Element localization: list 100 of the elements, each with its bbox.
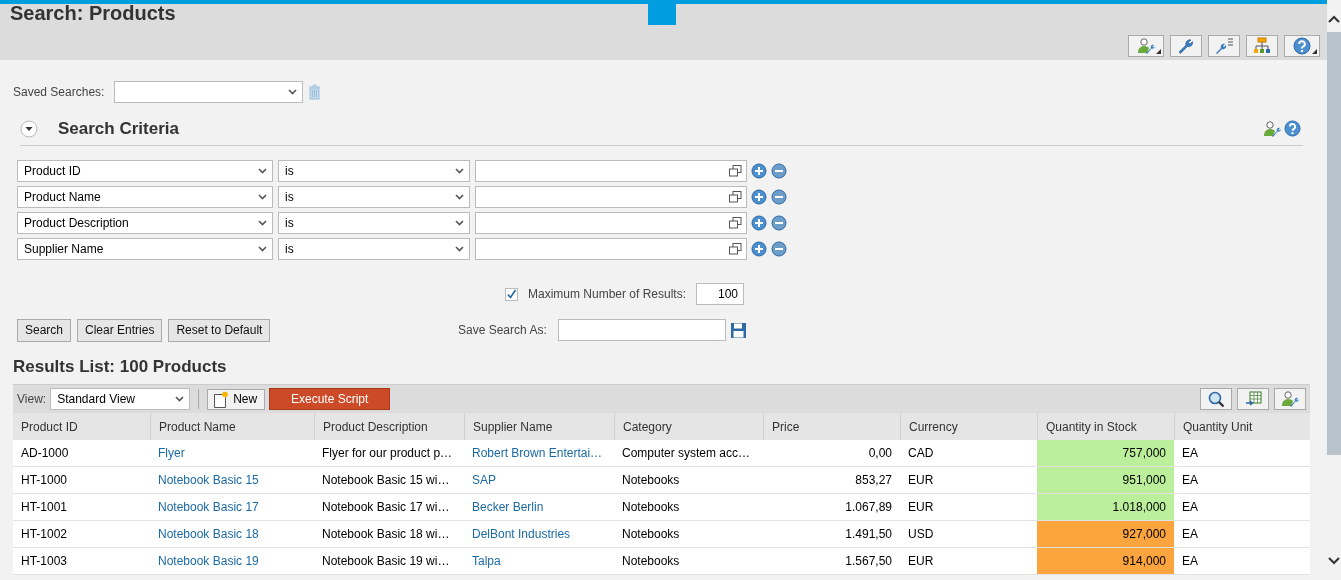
save-search-field[interactable]	[557, 319, 726, 341]
max-results-field[interactable]: 100	[696, 283, 745, 305]
adapt-button[interactable]	[1208, 35, 1240, 57]
table-cell-text: HT-1003	[20, 553, 69, 570]
value-help-icon	[729, 191, 742, 203]
new-button[interactable]: New	[207, 388, 266, 410]
chevron-icon	[175, 396, 185, 402]
chevron-icon	[455, 194, 464, 200]
max-results-label: Maximum Number of Results:	[528, 287, 687, 301]
saved-searches-label: Saved Searches:	[13, 85, 105, 99]
table-cell-text: Notebook Basic 18 wi…	[321, 526, 451, 543]
view-label: View:	[17, 392, 47, 406]
table-cell: 757,000	[1037, 440, 1174, 466]
person-wrench-icon	[1263, 119, 1281, 138]
settings-button[interactable]	[1170, 35, 1202, 57]
table-cell-text: EA	[1181, 499, 1199, 516]
table-link[interactable]: DelBont Industries	[472, 527, 571, 541]
table-link[interactable]: Talpa	[472, 554, 501, 568]
remove-icon[interactable]	[771, 241, 787, 257]
table-cell-text: EA	[1181, 472, 1199, 489]
table-cell-text: Notebooks	[621, 472, 681, 489]
scroll-down-icon[interactable]	[1328, 556, 1340, 566]
scrollbar-thumb[interactable]	[1327, 32, 1341, 455]
action-button[interactable]: Reset to Default	[168, 318, 271, 342]
table-cell-text: Flyer for our product p…	[321, 445, 454, 462]
search-icon	[1207, 390, 1225, 408]
table-cell-text: Notebooks	[621, 553, 681, 570]
table-cell-text: EA	[1181, 445, 1199, 462]
new-document-icon	[213, 390, 230, 408]
value-field[interactable]	[475, 160, 747, 182]
table-cell: 927,000	[1037, 521, 1174, 547]
column-header[interactable]: Product ID	[13, 413, 150, 440]
chevron-icon	[455, 168, 464, 174]
help-button[interactable]	[1284, 35, 1320, 57]
add-icon[interactable]	[751, 163, 767, 179]
add-icon[interactable]	[751, 215, 767, 231]
remove-icon[interactable]	[771, 163, 787, 179]
personalize-button[interactable]	[1128, 35, 1164, 57]
table-cell-text: USD	[907, 526, 935, 543]
table-link[interactable]: Notebook Basic 18	[158, 527, 259, 541]
table-cell-text: Notebook Basic 19 wi…	[321, 553, 451, 570]
page-title: Search: Products	[10, 4, 176, 22]
table-cell-text: Computer system acc…	[621, 445, 752, 462]
remove-icon[interactable]	[771, 189, 787, 205]
hierarchy-icon	[1253, 37, 1271, 55]
table-cell-text: HT-1001	[20, 499, 69, 516]
add-icon[interactable]	[751, 241, 767, 257]
value-field[interactable]	[475, 186, 747, 208]
person-wrench-icon	[1137, 37, 1155, 55]
table-cell-text: Notebook Basic 15 wi…	[321, 472, 451, 489]
field-dropdown[interactable]: Product Description	[17, 212, 273, 234]
table-cell-text: EUR	[907, 472, 935, 489]
operator-dropdown[interactable]: is	[278, 212, 470, 234]
table-link[interactable]: Notebook Basic 17	[158, 500, 259, 514]
save-icon[interactable]	[729, 321, 747, 339]
help-icon	[1293, 37, 1311, 55]
table-link[interactable]: Becker Berlin	[472, 500, 544, 514]
value-field[interactable]	[475, 238, 747, 260]
spreadsheet-export-icon	[1244, 390, 1262, 408]
table-cell-text: Notebooks	[621, 499, 681, 516]
table-cell-text: 1.567,50	[844, 553, 893, 570]
field-dropdown[interactable]: Supplier Name	[17, 238, 273, 260]
field-dropdown[interactable]: Product ID	[17, 160, 273, 182]
table-link[interactable]: Robert Brown Entertai…	[472, 446, 603, 460]
operator-dropdown[interactable]: is	[278, 238, 470, 260]
chevron-icon	[258, 168, 267, 174]
remove-icon[interactable]	[771, 215, 787, 231]
operator-dropdown[interactable]: is	[278, 186, 470, 208]
action-button[interactable]: Search	[17, 318, 72, 342]
execute-script-button[interactable]: Execute Script	[269, 388, 391, 410]
field-dropdown[interactable]: Product Name	[17, 186, 273, 208]
table-link[interactable]: Notebook Basic 19	[158, 554, 259, 568]
value-field[interactable]	[475, 212, 747, 234]
table-link[interactable]: SAP	[472, 473, 496, 487]
operator-dropdown[interactable]: is	[278, 160, 470, 182]
table-cell-text: 1.067,89	[844, 499, 893, 516]
table-cell-text: 853,27	[854, 472, 893, 489]
view-dropdown[interactable]: Standard View	[50, 388, 191, 410]
table-cell-text: 0,00	[867, 445, 893, 462]
wrench-icon	[1177, 37, 1195, 55]
add-icon[interactable]	[751, 189, 767, 205]
person-wrench-icon	[1281, 390, 1299, 408]
value-help-icon	[729, 165, 742, 177]
personalize-button[interactable]	[1274, 388, 1306, 410]
collapse-icon[interactable]	[20, 119, 38, 138]
checkbox[interactable]	[505, 287, 518, 301]
table-cell-text: EA	[1181, 526, 1199, 543]
search-button[interactable]	[1200, 388, 1232, 410]
hierarchy-button[interactable]	[1246, 35, 1278, 57]
table-link[interactable]: Flyer	[158, 446, 185, 460]
action-button[interactable]: Clear Entries	[77, 318, 163, 342]
section-title: Search Criteria	[58, 118, 179, 139]
table-cell-text: HT-1002	[20, 526, 69, 543]
value-help-icon	[729, 217, 742, 229]
table-cell: 1.018,000	[1037, 494, 1174, 520]
table-cell-text: AD-1000	[20, 445, 70, 462]
export-button[interactable]	[1237, 388, 1269, 410]
scroll-up-icon[interactable]	[1328, 14, 1340, 24]
value-help-icon	[729, 243, 742, 255]
table-link[interactable]: Notebook Basic 15	[158, 473, 259, 487]
